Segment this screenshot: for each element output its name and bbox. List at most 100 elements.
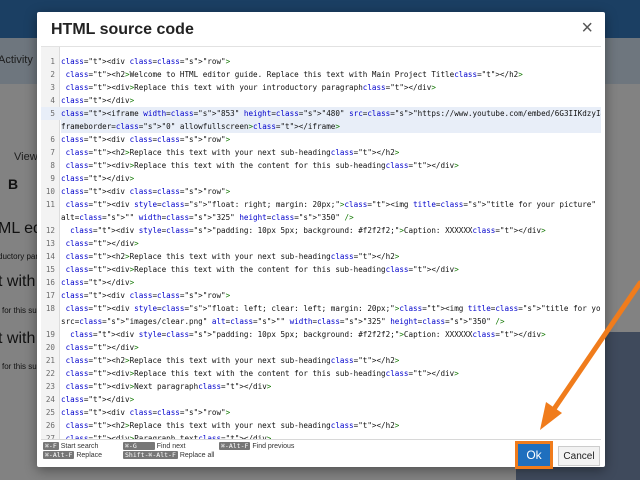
code-line[interactable]: 13 class="t"></div>	[41, 237, 601, 250]
code-line-text: class="t"><iframe width=class="s">"853" …	[61, 109, 601, 118]
code-line-text: class="t"><div>Replace this text with th…	[65, 161, 459, 170]
code-line-text: class="t"></div>	[61, 395, 135, 404]
line-number: 20	[45, 343, 55, 352]
code-line-text: class="t"><div class=class="s">"row">	[61, 57, 231, 66]
code-line-text: class="t"><div class=class="s">"row">	[61, 187, 231, 196]
code-line-text: class="t"></div>	[61, 278, 135, 287]
code-line-text: class="t"><div class=class="s">"row">	[61, 291, 231, 300]
line-number: 16	[45, 278, 55, 287]
line-number: 14	[45, 252, 55, 261]
code-line[interactable]: 25 class="t"><div class=class="s">"row">	[41, 406, 601, 419]
line-number: 27	[45, 434, 55, 440]
code-line[interactable]: 3 class="t"><div>Replace this text with …	[41, 81, 601, 94]
activity-menu[interactable]: Activity	[0, 54, 33, 66]
code-line[interactable]: 18 class="t"><div style=class="s">"float…	[41, 302, 601, 315]
line-number: 3	[50, 83, 55, 92]
line-number: 5	[50, 109, 55, 118]
code-line[interactable]: 21 class="t"><h2>Replace this text with …	[41, 354, 601, 367]
line-number: 17	[45, 291, 55, 300]
bold-button[interactable]: B	[8, 176, 18, 192]
bg-text-fragment: for this su	[2, 362, 37, 371]
view-menu[interactable]: View	[14, 151, 38, 163]
code-line[interactable]: 19 class="t"><div style=class="s">"paddi…	[41, 328, 601, 341]
cancel-button[interactable]: Cancel	[558, 446, 600, 466]
code-line-text: class="t"><h2>Replace this text with you…	[65, 421, 400, 430]
code-line[interactable]: 12 class="t"><div style=class="s">"paddi…	[41, 224, 601, 237]
bg-heading-fragment: t with	[0, 273, 36, 290]
line-number: 13	[45, 239, 55, 248]
code-line[interactable]: 8 class="t"><div>Replace this text with …	[41, 159, 601, 172]
dialog-footer: ⌘-F Start search ⌘-Alt-F Replace ⌘-G Fin…	[41, 440, 601, 469]
code-line-text: class="t"><div>Next paragraphclass="t"><…	[65, 382, 272, 391]
shortcut-replace: ⌘-Alt-F Replace	[43, 451, 103, 459]
code-line[interactable]: 26 class="t"><h2>Replace this text with …	[41, 419, 601, 432]
code-line-text: class="t"><div style=class="s">"padding:…	[70, 330, 546, 339]
line-number: 24	[45, 395, 55, 404]
line-number: 11	[45, 200, 55, 209]
bg-text-fragment: for this su	[2, 306, 37, 315]
line-number: 22	[45, 369, 55, 378]
code-line[interactable]: 24 class="t"></div>	[41, 393, 601, 406]
code-line[interactable]: 1 class="t"><div class=class="s">"row">	[41, 55, 601, 68]
line-number: 6	[50, 135, 55, 144]
code-line[interactable]: 10 class="t"><div class=class="s">"row">	[41, 185, 601, 198]
shortcut-search: ⌘-F Start search	[43, 442, 99, 450]
code-line[interactable]: 5 class="t"><iframe width=class="s">"853"…	[41, 107, 601, 120]
line-number: 26	[45, 421, 55, 430]
line-number: 15	[45, 265, 55, 274]
code-line[interactable]: 6 class="t"><div class=class="s">"row">	[41, 133, 601, 146]
code-line[interactable]: 2 class="t"><h2>Welcome to HTML editor g…	[41, 68, 601, 81]
code-line-text: class="t"></div>	[65, 239, 139, 248]
line-number: 12	[45, 226, 55, 235]
line-number: 19	[45, 330, 55, 339]
code-editor[interactable]: 1 class="t"><div class=class="s">"row"> 2 …	[41, 46, 601, 440]
code-line[interactable]: 27 class="t"><div>Paragraph textclass="t…	[41, 432, 601, 440]
shortcut-find-previous: ⌘-Alt-F Find previous	[219, 442, 295, 450]
code-line-text: class="t"><div>Replace this text with th…	[65, 369, 459, 378]
code-line-text: class="t"><div style=class="s">"float: r…	[65, 200, 601, 209]
code-line-text: class="t"><h2>Replace this text with you…	[65, 356, 400, 365]
code-line-text: class="t"></div>	[61, 96, 135, 105]
code-line-text: class="t"><div class=class="s">"row">	[61, 408, 231, 417]
code-line[interactable]: 20 class="t"></div>	[41, 341, 601, 354]
code-line[interactable]: 14 class="t"><h2>Replace this text with …	[41, 250, 601, 263]
line-number: 21	[45, 356, 55, 365]
code-line-text: class="t"><h2>Welcome to HTML editor gui…	[65, 70, 523, 79]
code-line-wrap: alt=class="s">"" width=class="s">"325" h…	[61, 213, 354, 222]
code-line-text: class="t"><div style=class="s">"padding:…	[70, 226, 546, 235]
close-icon[interactable]: ×	[581, 18, 593, 38]
code-line-text: class="t"><h2>Replace this text with you…	[65, 252, 400, 261]
code-line[interactable]: 9 class="t"></div>	[41, 172, 601, 185]
dialog-title: HTML source code	[51, 21, 194, 38]
code-line[interactable]: 16 class="t"></div>	[41, 276, 601, 289]
code-line-text: class="t"><div>Replace this text with th…	[65, 265, 459, 274]
code-line-text: class="t"><div class=class="s">"row">	[61, 135, 231, 144]
bg-heading-fragment: t with	[0, 330, 36, 347]
line-number: 23	[45, 382, 55, 391]
code-line-wrap: src=class="s">"images/clear.png" alt=cla…	[61, 317, 505, 326]
code-line-text: class="t"><div style=class="s">"float: l…	[65, 304, 601, 313]
code-line[interactable]: 11 class="t"><div style=class="s">"float…	[41, 198, 601, 211]
code-line[interactable]: 4 class="t"></div>	[41, 94, 601, 107]
line-number: 8	[50, 161, 55, 170]
shortcut-find-next: ⌘-G Find next	[123, 442, 186, 450]
source-code-dialog: HTML source code × 1 class="t"><div class…	[37, 12, 605, 469]
ok-button[interactable]: Ok	[515, 441, 553, 469]
line-number: 4	[50, 96, 55, 105]
line-number: 7	[50, 148, 55, 157]
line-number: 18	[45, 304, 55, 313]
code-line-text: class="t"><h2>Replace this text with you…	[65, 148, 400, 157]
line-number: 2	[50, 70, 55, 79]
code-line-wrap: frameborder=class="s">"0" allowfullscree…	[61, 120, 601, 133]
code-line[interactable]: 22 class="t"><div>Replace this text with…	[41, 367, 601, 380]
line-number: 10	[45, 187, 55, 196]
line-number: 25	[45, 408, 55, 417]
code-line[interactable]: 23 class="t"><div>Next paragraphclass="t…	[41, 380, 601, 393]
code-line[interactable]: 7 class="t"><h2>Replace this text with y…	[41, 146, 601, 159]
code-line[interactable]: 15 class="t"><div>Replace this text with…	[41, 263, 601, 276]
shortcut-replace-all: Shift-⌘-Alt-F Replace all	[123, 451, 215, 459]
code-line-text: class="t"></div>	[61, 174, 135, 183]
bg-heading-fragment: ML ed	[0, 220, 42, 237]
code-line[interactable]: 17 class="t"><div class=class="s">"row">	[41, 289, 601, 302]
code-line-text: class="t"><div>Replace this text with yo…	[65, 83, 436, 92]
